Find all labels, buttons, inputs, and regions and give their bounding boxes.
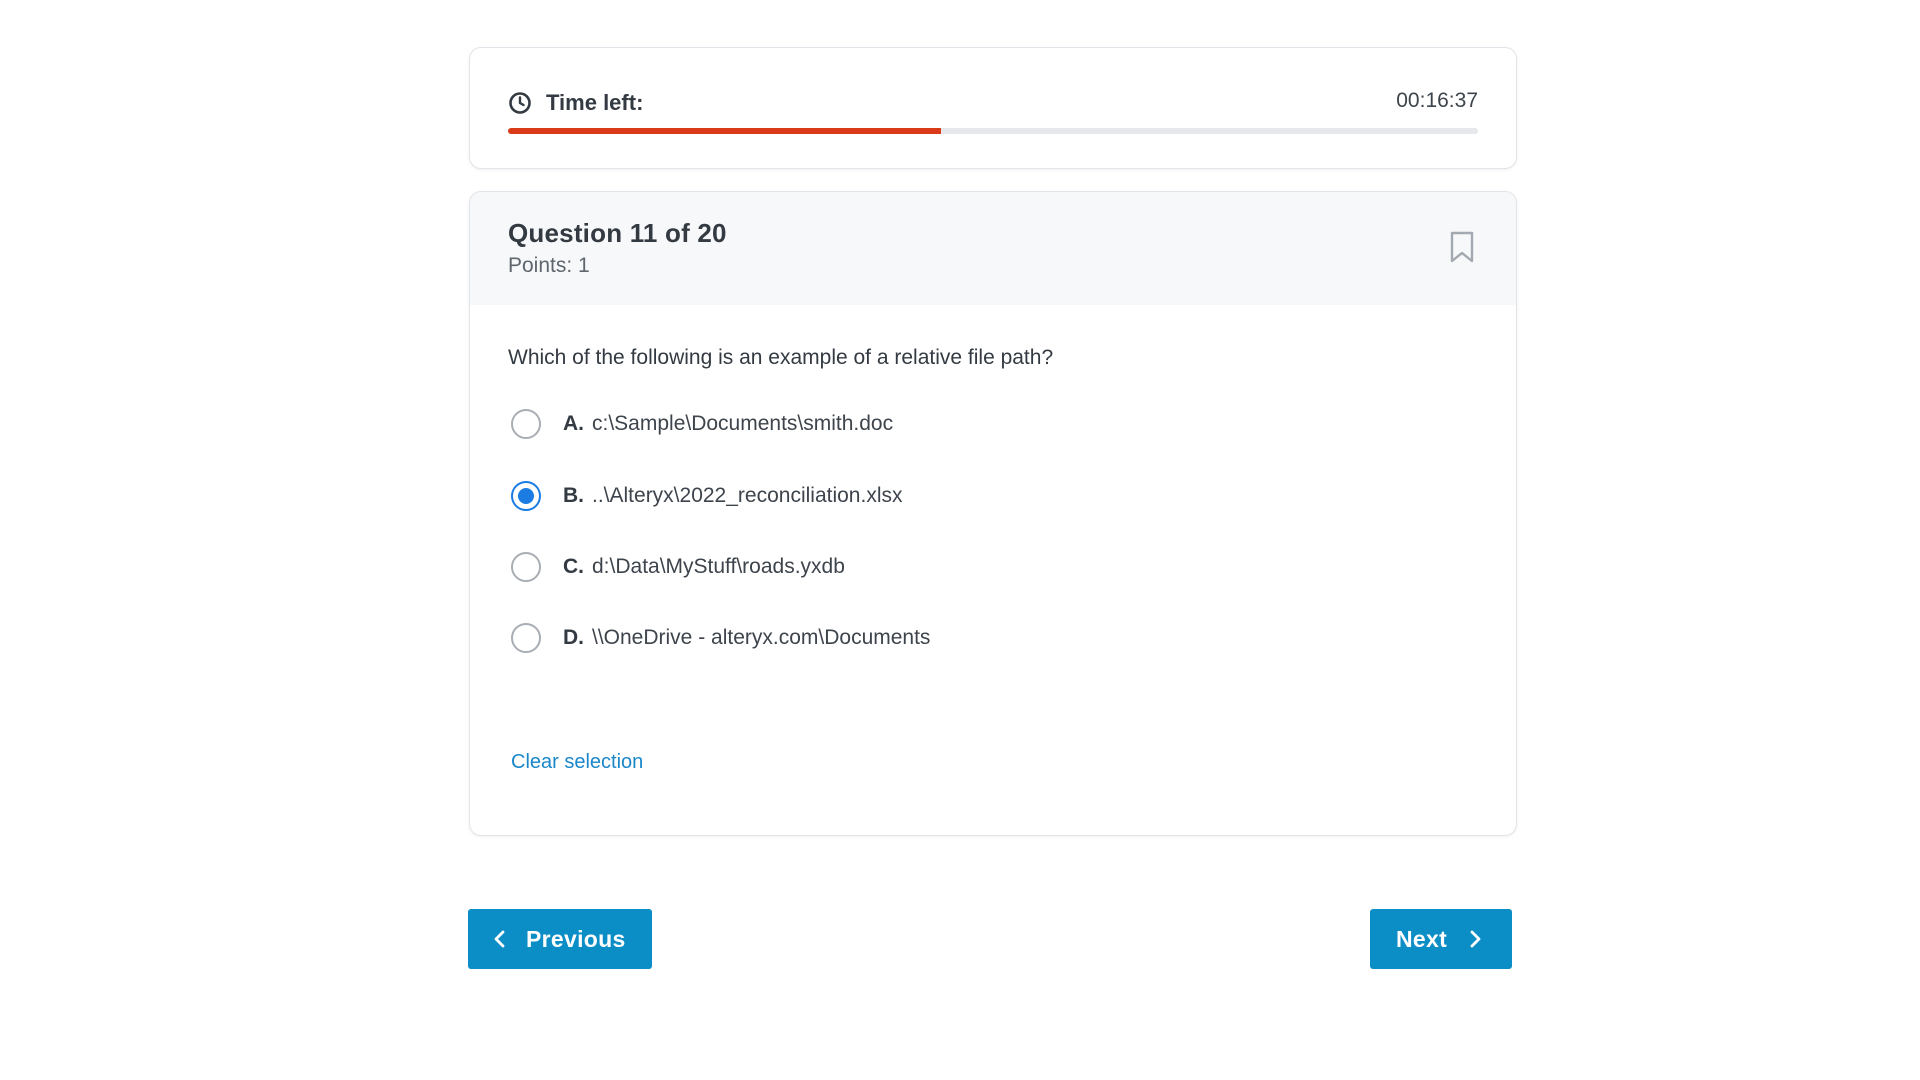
timer-header: Time left: 00:16:37 (508, 88, 1478, 118)
question-text: Which of the following is an example of … (508, 346, 1054, 369)
option-b-radio[interactable] (511, 481, 541, 511)
option-a-radio[interactable] (511, 409, 541, 439)
question-header: Question 11 of 20 Points: 1 (470, 192, 1516, 305)
timer-card: Time left: 00:16:37 (469, 47, 1517, 169)
timer-label: Time left: (546, 90, 644, 115)
clear-selection-link[interactable]: Clear selection (511, 751, 643, 774)
next-button[interactable]: Next (1370, 909, 1512, 969)
option-d-text: \\OneDrive - alteryx.com\Documents (592, 626, 931, 649)
option-c-radio[interactable] (511, 552, 541, 582)
option-b[interactable]: B. ..\Alteryx\2022_reconciliation.xlsx (511, 479, 902, 513)
chevron-left-icon (492, 929, 508, 949)
clock-icon (508, 91, 532, 115)
bookmark-icon[interactable] (1448, 230, 1476, 264)
timer-progress-fill (508, 128, 941, 134)
previous-button-label: Previous (526, 925, 626, 952)
chevron-right-icon (1467, 929, 1483, 949)
next-button-label: Next (1396, 925, 1448, 952)
option-a[interactable]: A. c:\Sample\Documents\smith.doc (511, 407, 893, 441)
option-d[interactable]: D. \\OneDrive - alteryx.com\Documents (511, 621, 930, 655)
option-c-text: d:\Data\MyStuff\roads.yxdb (592, 555, 845, 578)
option-d-letter: D. (563, 626, 584, 649)
option-c-letter: C. (563, 555, 584, 578)
option-c[interactable]: C. d:\Data\MyStuff\roads.yxdb (511, 550, 845, 584)
quiz-container: Time left: 00:16:37 Question 11 of 20 Po… (469, 47, 1517, 836)
option-b-text: ..\Alteryx\2022_reconciliation.xlsx (592, 484, 903, 507)
option-a-text: c:\Sample\Documents\smith.doc (592, 412, 894, 435)
timer-progress-bar (508, 128, 1478, 134)
previous-button[interactable]: Previous (468, 909, 652, 969)
timer-value: 00:16:37 (1396, 89, 1478, 112)
option-d-radio[interactable] (511, 623, 541, 653)
option-a-letter: A. (563, 412, 584, 435)
question-card: Question 11 of 20 Points: 1 Which of the… (469, 191, 1517, 836)
question-title: Question 11 of 20 (508, 218, 727, 248)
question-points: Points: 1 (508, 254, 590, 277)
option-b-letter: B. (563, 484, 584, 507)
